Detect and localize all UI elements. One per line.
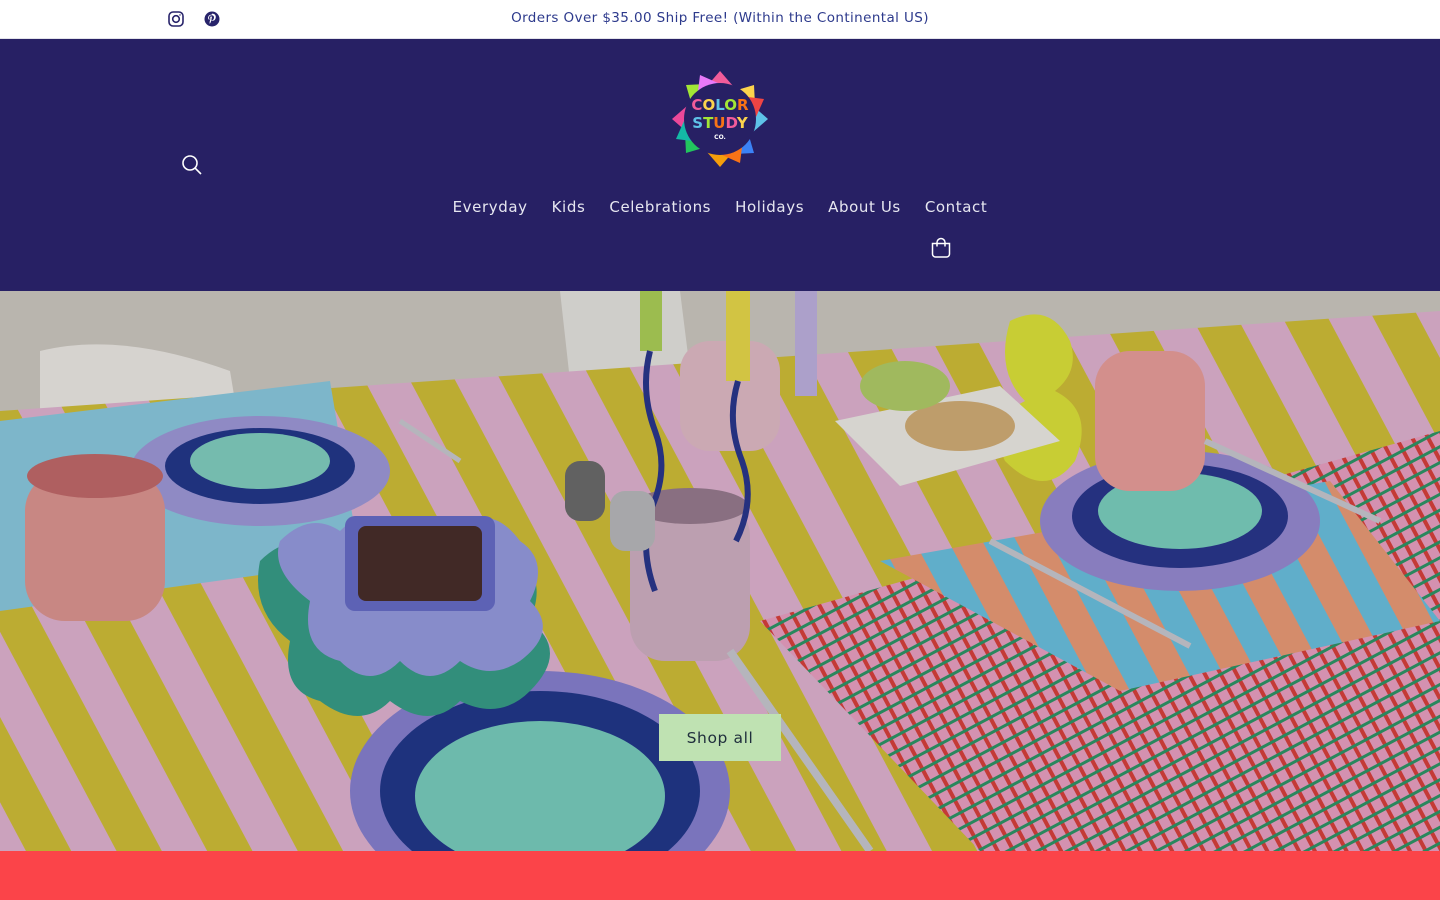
nav-item-kids[interactable]: Kids [540, 197, 598, 217]
hero-banner: Shop all [0, 291, 1440, 851]
site-logo[interactable]: COLOR STUDY CO. [671, 70, 769, 168]
nav-item-holidays[interactable]: Holidays [723, 197, 816, 217]
announcement-bar: Orders Over $35.00 Ship Free! (Within th… [0, 0, 1440, 39]
nav-item-everyday[interactable]: Everyday [441, 197, 540, 217]
site-header: COLOR STUDY CO. Everyday Kids Celebratio… [0, 39, 1440, 291]
logo-text-color: COLOR [691, 96, 749, 114]
announcement-text[interactable]: Orders Over $35.00 Ship Free! (Within th… [0, 10, 1440, 26]
hero-image [0, 291, 1440, 851]
search-icon[interactable] [180, 153, 204, 177]
logo-text-study: STUDY [692, 114, 749, 132]
cart-icon[interactable] [929, 236, 953, 260]
nav-item-about-us[interactable]: About Us [816, 197, 913, 217]
nav-item-contact[interactable]: Contact [913, 197, 1000, 217]
shop-all-button[interactable]: Shop all [659, 714, 781, 761]
main-nav: Everyday Kids Celebrations Holidays Abou… [0, 197, 1440, 217]
logo-text-co: CO. [714, 134, 726, 141]
section-band [0, 851, 1440, 900]
nav-item-celebrations[interactable]: Celebrations [597, 197, 723, 217]
